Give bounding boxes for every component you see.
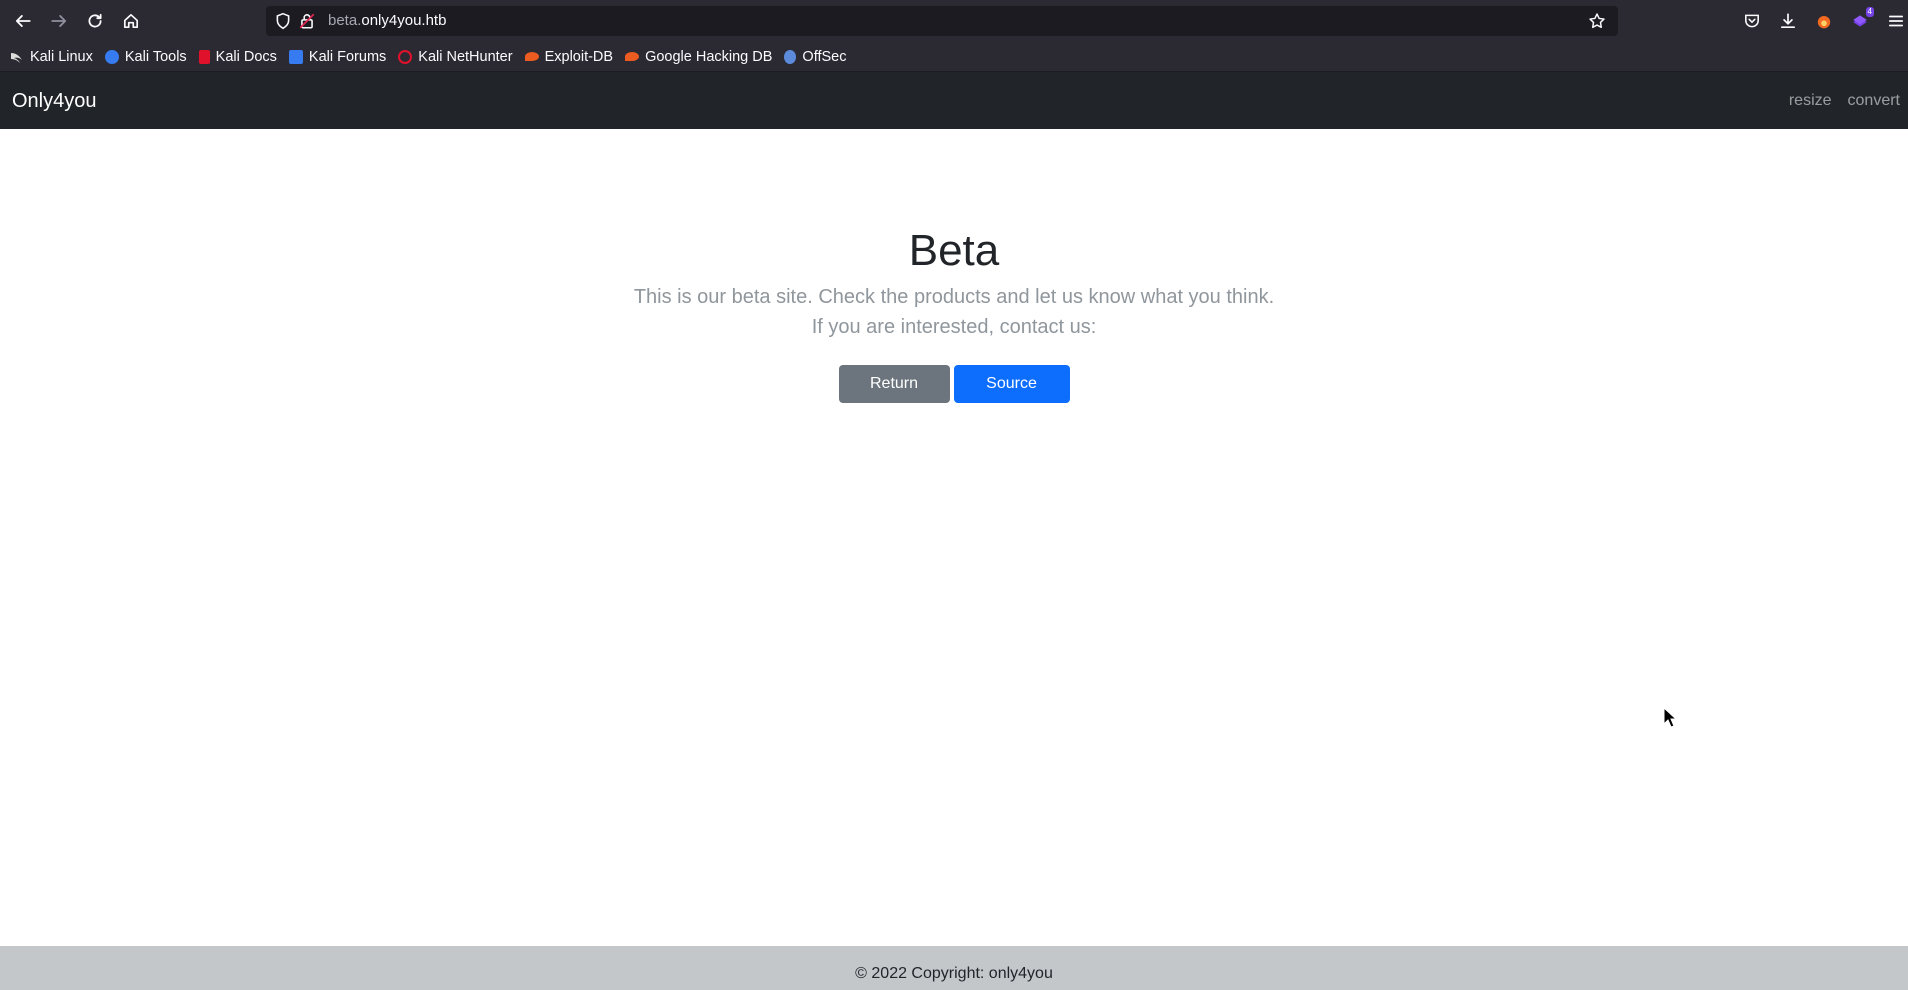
- hamburger-menu-icon: [1888, 15, 1904, 27]
- bookmark-offsec[interactable]: OffSec: [784, 49, 846, 65]
- offsec-icon: [784, 49, 797, 64]
- download-icon: [1780, 13, 1796, 29]
- bookmark-kali-tools[interactable]: Kali Tools: [104, 48, 187, 65]
- downloads-button[interactable]: [1777, 10, 1799, 32]
- bookmark-exploit-db[interactable]: Exploit-DB: [524, 48, 614, 65]
- bookmark-kali-nethunter[interactable]: Kali NetHunter: [398, 48, 513, 65]
- kali-tools-icon: [104, 49, 119, 64]
- nav-links: resize convert: [1781, 72, 1908, 129]
- bookmark-kali-forums[interactable]: Kali Forums: [288, 48, 387, 65]
- bookmark-label: Kali Docs: [215, 48, 277, 65]
- forward-arrow-icon: [51, 15, 67, 27]
- extension-wappalyzer-button[interactable]: 4: [1849, 7, 1874, 32]
- pocket-button[interactable]: [1741, 10, 1763, 32]
- bookmark-kali-docs[interactable]: Kali Docs: [198, 48, 277, 65]
- bookmark-label: Kali Forums: [308, 48, 387, 65]
- bookmark-label: Kali Tools: [124, 48, 187, 65]
- bookmark-label: Kali NetHunter: [418, 48, 513, 65]
- home-icon: [123, 13, 139, 29]
- bookmark-kali-linux[interactable]: Kali Linux: [10, 49, 93, 65]
- fox-extension-icon: [1817, 15, 1831, 29]
- pocket-icon: [1745, 14, 1759, 28]
- kali-forums-icon: [288, 49, 303, 64]
- bookmark-label: Exploit-DB: [544, 48, 614, 65]
- url-text[interactable]: beta.only4you.htb: [328, 12, 446, 30]
- browser-toolbar: beta.only4you.htb 4: [0, 0, 1908, 42]
- nav-link-convert[interactable]: convert: [1840, 91, 1908, 111]
- home-button[interactable]: [117, 8, 145, 34]
- insecure-lock-icon[interactable]: [298, 12, 316, 30]
- return-back-button[interactable]: Return back: [838, 365, 950, 430]
- back-button[interactable]: [9, 8, 37, 34]
- source-code-button[interactable]: Source Code: [953, 365, 1070, 430]
- ghdb-icon: [625, 52, 640, 61]
- bookmark-star-icon[interactable]: [1588, 12, 1606, 30]
- hero-buttons: Return back Source Code: [0, 365, 1908, 430]
- site-brand[interactable]: Only4you: [12, 89, 97, 113]
- reload-button[interactable]: [81, 8, 109, 34]
- menu-button[interactable]: [1885, 10, 1907, 32]
- bookmark-google-hacking-db[interactable]: Google Hacking DB: [625, 49, 772, 65]
- url-domain: only4you.htb: [361, 12, 447, 29]
- site-footer: © 2022 Copyright: only4you: [0, 946, 1908, 990]
- tracking-shield-icon[interactable]: [274, 12, 292, 30]
- bookmark-label: Kali Linux: [30, 48, 93, 65]
- bookmark-label: Google Hacking DB: [645, 48, 773, 65]
- lead-text-line2: If you are interested, contact us:: [811, 316, 1097, 338]
- back-arrow-icon: [15, 15, 31, 27]
- kali-dragon-icon: [10, 50, 24, 64]
- url-subdomain: beta.: [328, 12, 362, 29]
- nethunter-icon: [398, 49, 413, 64]
- bookmarks-bar: Kali Linux Kali Tools Kali Docs Kali For…: [0, 42, 1908, 72]
- extension-badge: 4: [1865, 7, 1874, 17]
- footer-copyright: © 2022 Copyright: only4you: [855, 965, 1053, 982]
- site-navbar: Only4you resize convert: [0, 72, 1908, 129]
- mouse-cursor-icon: [1663, 707, 1677, 728]
- exploit-db-icon: [524, 52, 539, 61]
- extension-foxy-button[interactable]: [1813, 10, 1835, 32]
- kali-docs-icon: [198, 49, 210, 64]
- reload-icon: [88, 13, 102, 28]
- forward-button[interactable]: [45, 8, 73, 34]
- bookmark-label: OffSec: [802, 48, 847, 65]
- nav-link-resize[interactable]: resize: [1781, 91, 1840, 111]
- url-bar[interactable]: beta.only4you.htb: [266, 6, 1618, 36]
- page-title: Beta: [908, 226, 1000, 275]
- lead-text-line1: This is our beta site. Check the product…: [633, 286, 1275, 308]
